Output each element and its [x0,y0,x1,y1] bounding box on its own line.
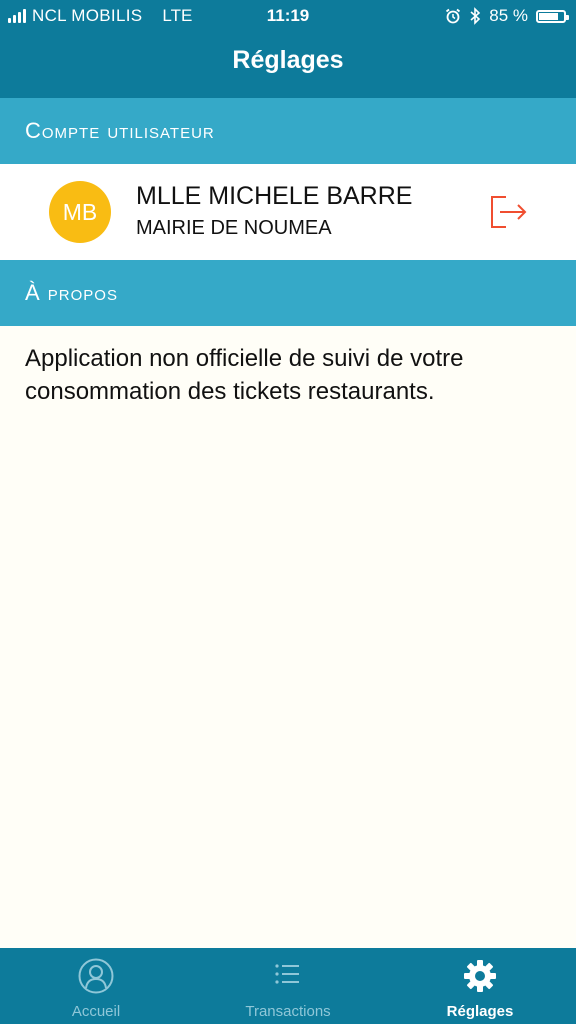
about-section-header: À propos [0,260,576,326]
account-row: MB MLLE MICHELE BARRE MAIRIE DE NOUMEA [0,164,576,260]
tab-label: Réglages [446,1003,514,1020]
user-organization: MAIRIE DE NOUMEA [136,217,332,239]
gear-icon [464,960,496,992]
status-bar: NCL MOBILIS LTE 11:19 85 % [0,0,576,32]
top-bar: NCL MOBILIS LTE 11:19 85 % Réglages [0,0,576,98]
tab-transactions[interactable]: Transactions [192,948,384,1024]
battery-percent: 85 % [489,6,528,25]
user-icon [78,958,114,994]
alarm-icon [446,8,461,24]
tab-label: Transactions [245,1003,331,1020]
bluetooth-icon [470,7,481,25]
tab-bar: Accueil Transactions Réglages [0,948,576,1024]
about-description: Application non officielle de suivi de v… [25,345,464,405]
avatar: MB [49,181,111,243]
status-right: 85 % [445,0,569,32]
tab-label: Accueil [71,1003,121,1020]
page-title: Réglages [232,46,344,74]
settings-screen: NCL MOBILIS LTE 11:19 85 % Réglages Comp… [0,0,576,1024]
logout-icon[interactable] [488,194,528,230]
user-name: MLLE MICHELE BARRE [136,182,413,210]
list-icon [275,964,299,984]
account-section-header: Compte utilisateur [0,98,576,164]
battery-fill [539,12,558,20]
tab-reglages[interactable]: Réglages [384,948,576,1024]
tab-accueil[interactable]: Accueil [0,948,192,1024]
battery-icon [536,9,569,23]
